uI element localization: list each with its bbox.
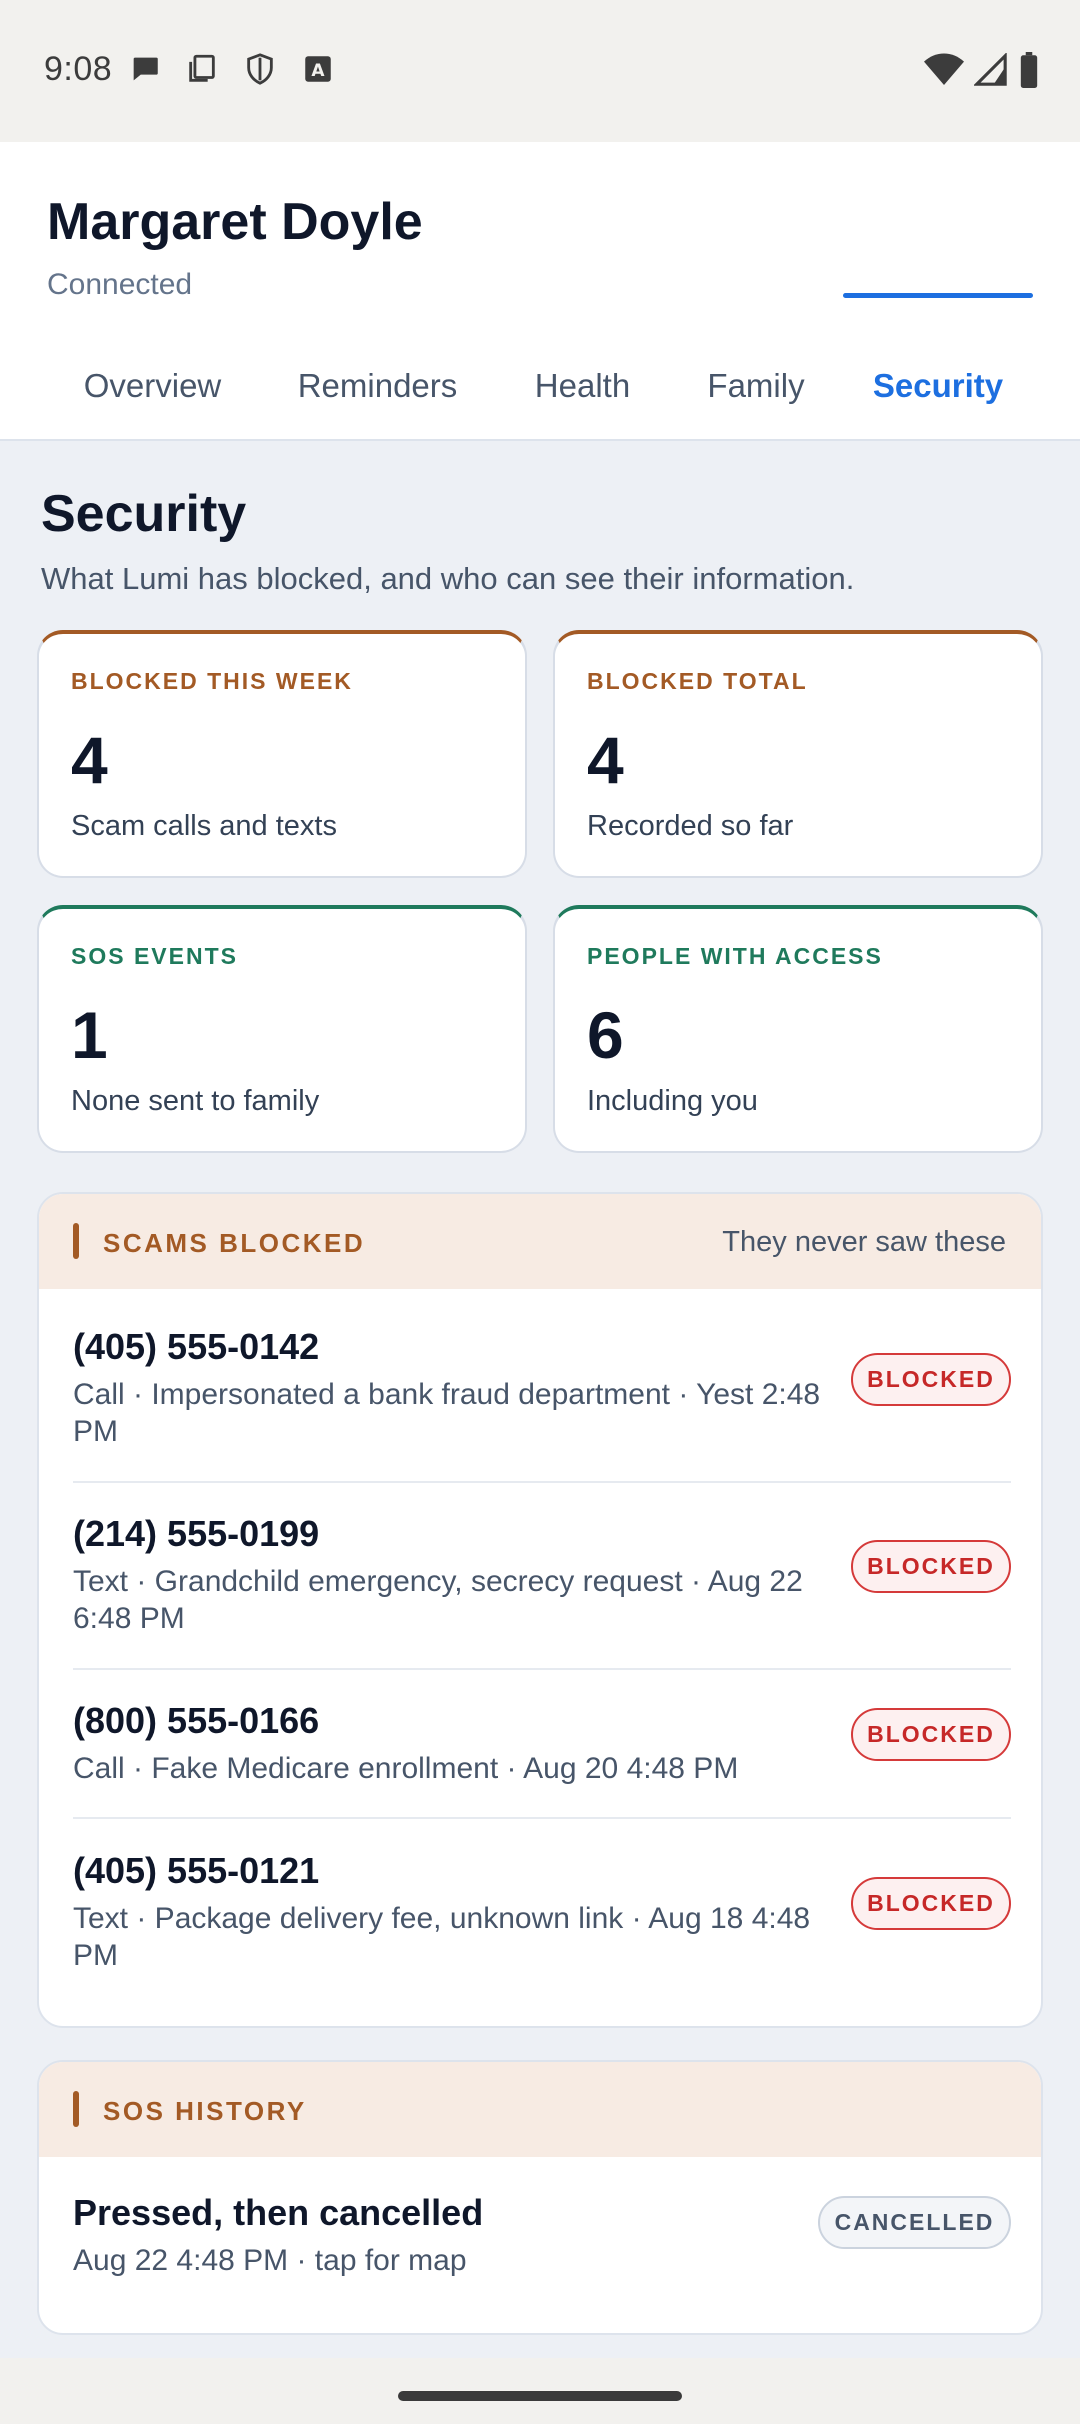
scam-number: (800) 555-0166 <box>73 1700 320 1741</box>
home-indicator[interactable] <box>398 2391 682 2401</box>
cell-signal-icon <box>973 52 1008 92</box>
blocked-badge: BLOCKED <box>851 1708 1011 1761</box>
scam-detail: Text · Grandchild emergency, secrecy req… <box>73 1565 803 1635</box>
sos-history-panel: SOS HISTORY Pressed, then cancelled Aug … <box>37 2060 1043 2335</box>
sos-row[interactable]: Pressed, then cancelled Aug 22 4:48 PM ·… <box>73 2192 1011 2292</box>
tab-overview[interactable]: Overview <box>50 357 255 441</box>
tab-family[interactable]: Family <box>680 357 832 441</box>
scams-panel-header: SCAMS BLOCKED They never saw these <box>39 1194 1041 1289</box>
stat-label: BLOCKED THIS WEEK <box>71 668 353 694</box>
tab-health[interactable]: Health <box>505 357 660 441</box>
status-time: 9:08 <box>44 50 113 88</box>
stat-value: 4 <box>71 723 108 797</box>
stat-value: 1 <box>71 998 108 1072</box>
stat-caption: None sent to family <box>71 1085 320 1117</box>
sos-panel-header: SOS HISTORY <box>39 2062 1041 2157</box>
stat-label: BLOCKED TOTAL <box>587 668 808 694</box>
scams-panel-title: SCAMS BLOCKED <box>103 1228 366 1258</box>
blocked-badge: BLOCKED <box>851 1353 1011 1406</box>
stat-label: PEOPLE WITH ACCESS <box>587 943 883 969</box>
scam-row[interactable]: (214) 555-0199 Text · Grandchild emergen… <box>73 1513 1011 1643</box>
stat-card-blocked-total[interactable]: BLOCKED TOTAL 4 Recorded so far <box>553 630 1043 878</box>
blocked-badge: BLOCKED <box>851 1540 1011 1593</box>
keyboard-a-icon: A <box>301 52 335 91</box>
wifi-icon <box>924 53 964 92</box>
scam-number: (405) 555-0121 <box>73 1850 320 1891</box>
tab-reminders[interactable]: Reminders <box>270 357 485 441</box>
active-tab-indicator <box>843 293 1033 298</box>
stat-caption: Recorded so far <box>587 810 794 842</box>
patient-name: Margaret Doyle <box>47 193 423 251</box>
stat-caption: Scam calls and texts <box>71 810 337 842</box>
stat-caption: Including you <box>587 1085 758 1117</box>
scam-number: (405) 555-0142 <box>73 1326 320 1367</box>
stat-value: 4 <box>587 723 624 797</box>
svg-text:A: A <box>311 61 325 81</box>
divider <box>73 1817 1011 1819</box>
divider <box>73 1481 1011 1483</box>
stat-card-people-access[interactable]: PEOPLE WITH ACCESS 6 Including you <box>553 905 1043 1153</box>
section-title: Security <box>41 485 247 543</box>
tab-bar: Overview Reminders Health Family Securit… <box>0 357 1080 441</box>
patient-header: Margaret Doyle Connected Overview Remind… <box>0 142 1080 441</box>
stat-card-blocked-week[interactable]: BLOCKED THIS WEEK 4 Scam calls and texts <box>37 630 527 878</box>
scam-number: (214) 555-0199 <box>73 1513 320 1554</box>
scam-detail: Text · Package delivery fee, unknown lin… <box>73 1902 811 1972</box>
divider <box>73 1668 1011 1670</box>
sos-panel-title: SOS HISTORY <box>103 2096 307 2126</box>
gesture-nav-bar <box>0 2358 1080 2424</box>
scams-panel-note: They never saw these <box>722 1226 1006 1258</box>
battery-icon <box>1018 52 1040 93</box>
connection-status: Connected <box>47 268 193 301</box>
scam-row[interactable]: (800) 555-0166 Call · Fake Medicare enro… <box>73 1700 1011 1790</box>
stat-label: SOS EVENTS <box>71 943 238 969</box>
status-icons-right <box>924 52 1040 93</box>
cancelled-badge: CANCELLED <box>818 2196 1011 2249</box>
section-subtitle: What Lumi has blocked, and who can see t… <box>41 561 855 596</box>
chat-bubble-icon <box>128 52 162 91</box>
scams-blocked-panel: SCAMS BLOCKED They never saw these (405)… <box>37 1192 1043 2028</box>
scam-row[interactable]: (405) 555-0121 Text · Package delivery f… <box>73 1850 1011 1980</box>
status-bar: 9:08 A <box>0 0 1080 142</box>
scam-detail: Call · Fake Medicare enrollment · Aug 20… <box>73 1752 739 1785</box>
copy-icon <box>185 52 219 91</box>
stat-card-sos-events[interactable]: SOS EVENTS 1 None sent to family <box>37 905 527 1153</box>
tab-security[interactable]: Security <box>843 357 1033 441</box>
sos-event-title: Pressed, then cancelled <box>73 2192 484 2233</box>
stat-value: 6 <box>587 998 624 1072</box>
sos-event-detail: Aug 22 4:48 PM · tap for map <box>73 2244 467 2277</box>
accent-bar <box>73 1223 79 1259</box>
accent-bar <box>73 2091 79 2127</box>
shield-icon <box>243 52 277 91</box>
blocked-badge: BLOCKED <box>851 1877 1011 1930</box>
scam-detail: Call · Impersonated a bank fraud departm… <box>73 1378 821 1448</box>
scam-row[interactable]: (405) 555-0142 Call · Impersonated a ban… <box>73 1326 1011 1456</box>
